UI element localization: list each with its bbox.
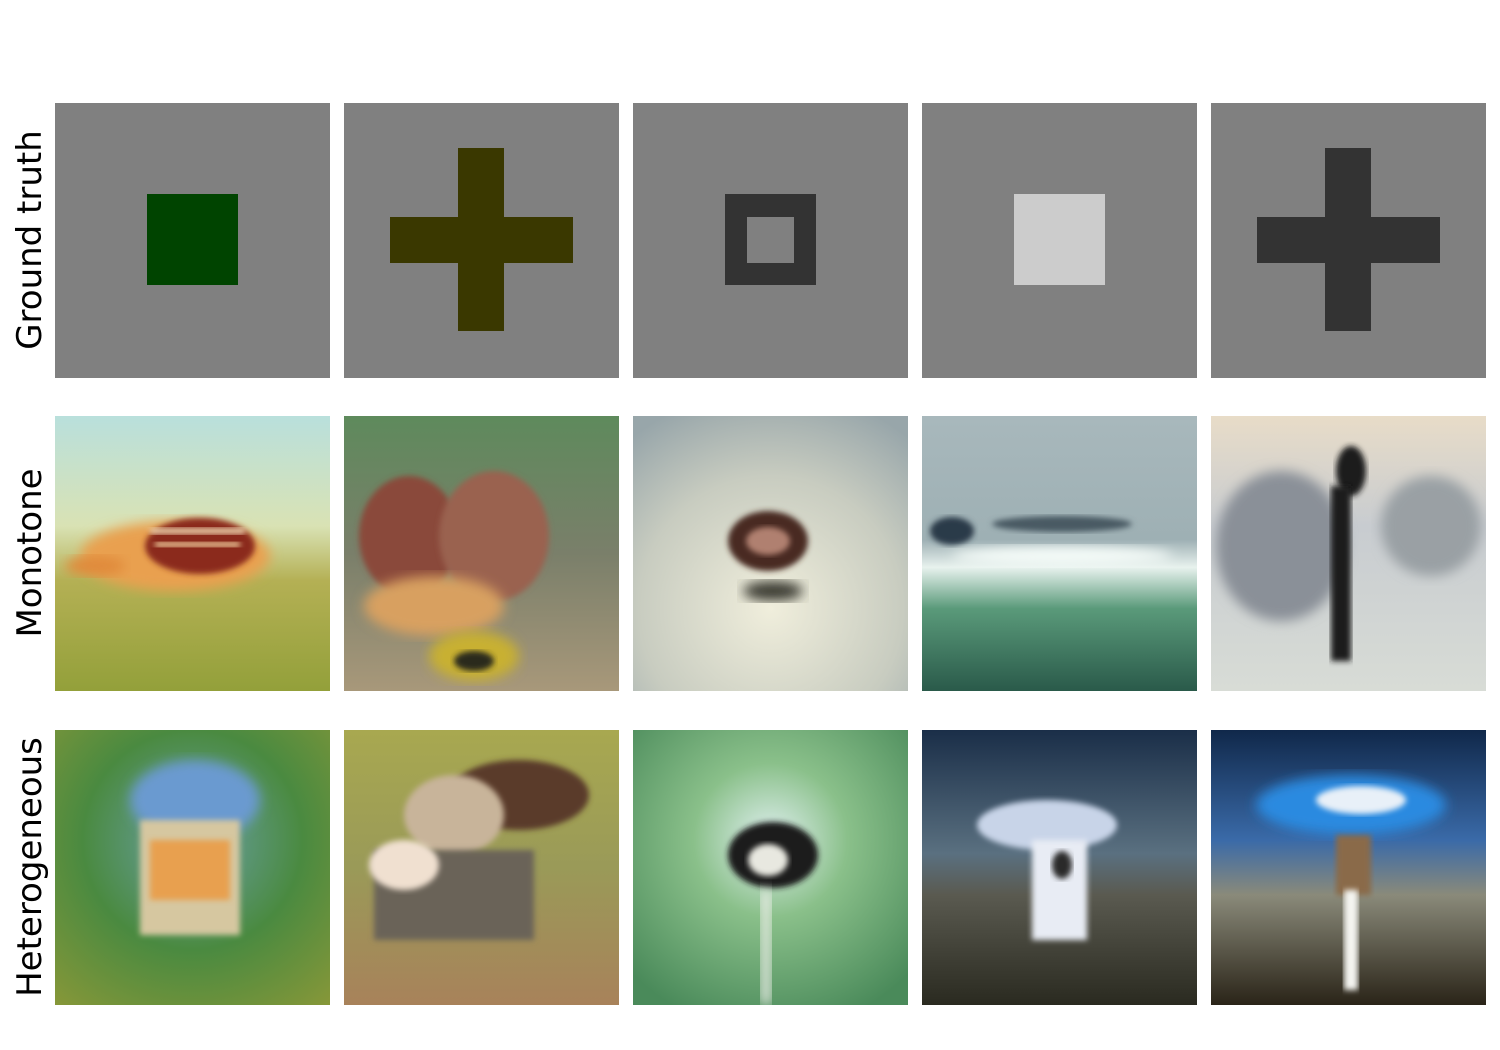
reconstruction-image <box>55 730 330 1005</box>
reconstruction-image <box>633 416 908 691</box>
heterogeneous-reconstruction-2 <box>344 730 619 1005</box>
heterogeneous-reconstruction-4 <box>922 730 1197 1005</box>
stimulus-olive-cross <box>344 103 619 378</box>
monotone-reconstruction-4 <box>922 416 1197 691</box>
row-label-heterogeneous: Heterogeneous <box>10 737 50 997</box>
reconstruction-image <box>922 416 1197 691</box>
ground-truth-panel-4 <box>922 103 1197 378</box>
heterogeneous-reconstruction-5 <box>1211 730 1486 1005</box>
stimulus-dark-square-outline <box>633 103 908 378</box>
row-label-ground-truth: Ground truth <box>10 130 50 350</box>
reconstruction-image <box>633 730 908 1005</box>
reconstruction-image <box>922 730 1197 1005</box>
stimulus-dark-cross <box>1211 103 1486 378</box>
reconstruction-image <box>1211 416 1486 691</box>
ground-truth-panel-3 <box>633 103 908 378</box>
reconstruction-image <box>344 416 619 691</box>
heterogeneous-reconstruction-1 <box>55 730 330 1005</box>
ground-truth-panel-1 <box>55 103 330 378</box>
row-label-monotone: Monotone <box>10 468 50 638</box>
stimulus-light-square <box>922 103 1197 378</box>
ground-truth-panel-2 <box>344 103 619 378</box>
monotone-reconstruction-5 <box>1211 416 1486 691</box>
monotone-reconstruction-2 <box>344 416 619 691</box>
heterogeneous-reconstruction-3 <box>633 730 908 1005</box>
reconstruction-image <box>55 416 330 691</box>
reconstruction-image <box>1211 730 1486 1005</box>
stimulus-green-square <box>55 103 330 378</box>
reconstruction-image <box>344 730 619 1005</box>
monotone-reconstruction-3 <box>633 416 908 691</box>
monotone-reconstruction-1 <box>55 416 330 691</box>
ground-truth-panel-5 <box>1211 103 1486 378</box>
